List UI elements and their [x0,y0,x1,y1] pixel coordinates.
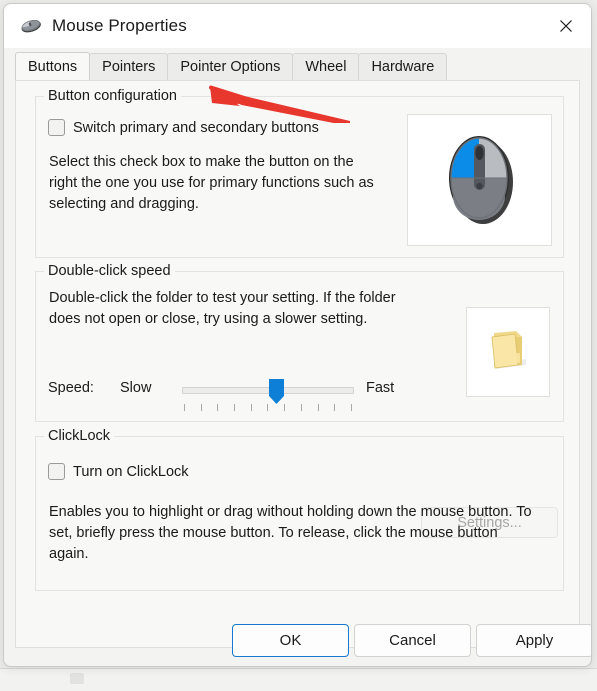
cancel-button-label: Cancel [389,632,436,649]
fast-label: Fast [366,380,395,396]
switch-primary-secondary-checkbox-row[interactable]: Switch primary and secondary buttons [48,119,319,136]
mouse-preview-icon [441,126,519,235]
double-click-speed-slider[interactable] [182,379,354,414]
speed-label: Speed: [48,380,94,396]
turn-on-clicklock-checkbox[interactable] [48,463,65,480]
desktop-taskbar-strip [0,668,597,691]
group-button-configuration-title: Button configuration [44,88,181,104]
dialog-footer: OK Cancel Apply [4,624,591,666]
mouse-icon [18,13,44,39]
slider-track[interactable] [182,387,354,394]
group-double-click-speed-title: Double-click speed [44,263,175,279]
desktop-background-icon [70,673,84,684]
double-click-speed-description: Double-click the folder to test your set… [49,290,396,327]
switch-primary-secondary-checkbox[interactable] [48,119,65,136]
mouse-properties-dialog: Mouse Properties Buttons Pointers Pointe… [3,3,592,667]
tab-pointer-options-label: Pointer Options [180,59,281,75]
slider-tick-marks [184,404,352,412]
tab-strip: Buttons Pointers Pointer Options Wheel H… [15,52,580,80]
button-configuration-description: Select this check box to make the button… [49,154,374,212]
cancel-button[interactable]: Cancel [354,624,471,657]
turn-on-clicklock-checkbox-row[interactable]: Turn on ClickLock [48,463,189,480]
tab-pointers[interactable]: Pointers [89,53,169,80]
apply-button-label: Apply [515,632,554,649]
mouse-preview-box [407,114,552,246]
group-clicklock-title: ClickLock [44,428,115,444]
tab-pointer-options[interactable]: Pointer Options [167,53,294,80]
title-bar: Mouse Properties [4,4,591,48]
group-double-click-speed: Double-click speed Double-click the fold… [35,263,564,422]
clicklock-description: Enables you to highlight or drag without… [49,504,532,562]
apply-button[interactable]: Apply [476,624,591,657]
tab-hardware-label: Hardware [371,59,435,75]
ok-button[interactable]: OK [232,624,349,657]
tab-hardware[interactable]: Hardware [358,53,448,80]
folder-icon[interactable] [482,325,534,380]
folder-preview-box[interactable] [466,307,550,397]
tab-buttons[interactable]: Buttons [15,52,91,80]
turn-on-clicklock-label: Turn on ClickLock [73,463,189,480]
tab-buttons-label: Buttons [28,58,78,75]
tab-panel-buttons: Button configuration Switch primary and … [15,80,580,648]
group-clicklock: ClickLock Turn on ClickLock Settings... … [35,428,564,591]
slow-label: Slow [120,380,152,396]
group-button-configuration: Button configuration Switch primary and … [35,88,564,258]
ok-button-label: OK [279,632,302,649]
tab-wheel-label: Wheel [305,59,347,75]
slider-thumb[interactable] [269,379,284,404]
window-title: Mouse Properties [52,16,187,35]
close-icon[interactable] [541,4,591,48]
switch-primary-secondary-label: Switch primary and secondary buttons [73,119,319,136]
tab-wheel[interactable]: Wheel [292,53,360,80]
tab-pointers-label: Pointers [102,59,156,75]
